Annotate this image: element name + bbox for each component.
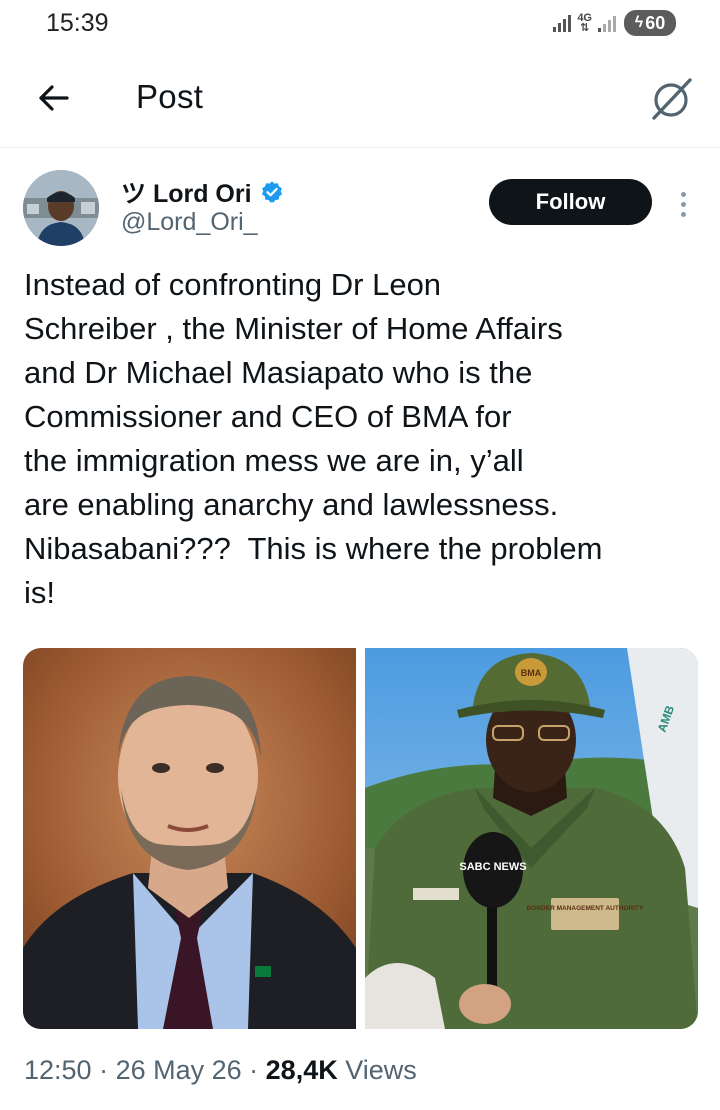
tweet-line: and Dr Michael Masiapato who is the: [24, 355, 533, 390]
tweet-line: Schreiber , the Minister of Home Affairs: [24, 311, 563, 346]
mic-logo-text: SABC NEWS: [459, 861, 526, 873]
views-count[interactable]: 28,4K: [266, 1055, 338, 1085]
follow-button[interactable]: Follow: [489, 179, 652, 225]
tweet-line: Instead of confronting Dr Leon: [24, 267, 442, 302]
officer-photo: AMB BORDER MANAGEMENT AUTHORITY BMA SABC…: [365, 648, 698, 1029]
battery-icon: ϟ 60: [624, 10, 676, 36]
cap-badge-text: BMA: [521, 668, 542, 678]
patch-text: BORDER MANAGEMENT AUTHORITY: [527, 905, 644, 912]
signal-icon-2: [598, 14, 616, 32]
grok-icon: [652, 78, 692, 120]
more-options-icon[interactable]: [668, 184, 698, 224]
battery-level: 60: [645, 12, 666, 33]
signal-icon: [553, 14, 572, 32]
status-bar: 15:39 4G ⇅ ϟ 60: [0, 0, 720, 48]
media-image-right[interactable]: AMB BORDER MANAGEMENT AUTHORITY BMA SABC…: [365, 648, 698, 1029]
tweet-line: Commissioner and CEO of BMA for: [24, 399, 512, 434]
author-handle[interactable]: @Lord_Ori_: [121, 208, 258, 237]
header: Post: [0, 60, 720, 148]
network-type: 4G ⇅: [577, 12, 592, 34]
author-name-row[interactable]: ツ Lord Ori: [121, 174, 284, 210]
status-icons: 4G ⇅ ϟ 60: [553, 10, 676, 36]
media-grid: AMB BORDER MANAGEMENT AUTHORITY BMA SABC…: [23, 648, 698, 1029]
back-button[interactable]: [34, 78, 74, 118]
tweet-line: are enabling anarchy and lawlessness.: [24, 487, 559, 522]
arrow-left-icon: [39, 85, 69, 111]
page-title: Post: [136, 78, 204, 115]
tweet-text: Instead of confronting Dr Leon Schreiber…: [24, 263, 704, 615]
tweet-line: is!: [24, 575, 55, 610]
status-time: 15:39: [46, 9, 109, 37]
media-image-left[interactable]: [23, 648, 356, 1029]
author-name: ツ Lord Ori: [121, 180, 252, 208]
views-label: Views: [337, 1055, 417, 1085]
verified-badge-icon: [261, 181, 282, 203]
tweet-line: the immigration mess we are in, y’all: [24, 443, 524, 478]
post-meta: 12:50 · 26 May 26 · 28,4K Views: [24, 1055, 417, 1086]
portrait-photo: [23, 648, 356, 1029]
post-date: 26 May 26: [115, 1055, 242, 1085]
grok-button[interactable]: [646, 74, 696, 124]
post-time: 12:50: [24, 1055, 92, 1085]
meta-separator: ·: [91, 1055, 116, 1085]
meta-separator-2: ·: [241, 1055, 266, 1085]
tweet-line: Nibasabani??? This is where the problem: [24, 531, 603, 566]
avatar[interactable]: [23, 170, 99, 246]
